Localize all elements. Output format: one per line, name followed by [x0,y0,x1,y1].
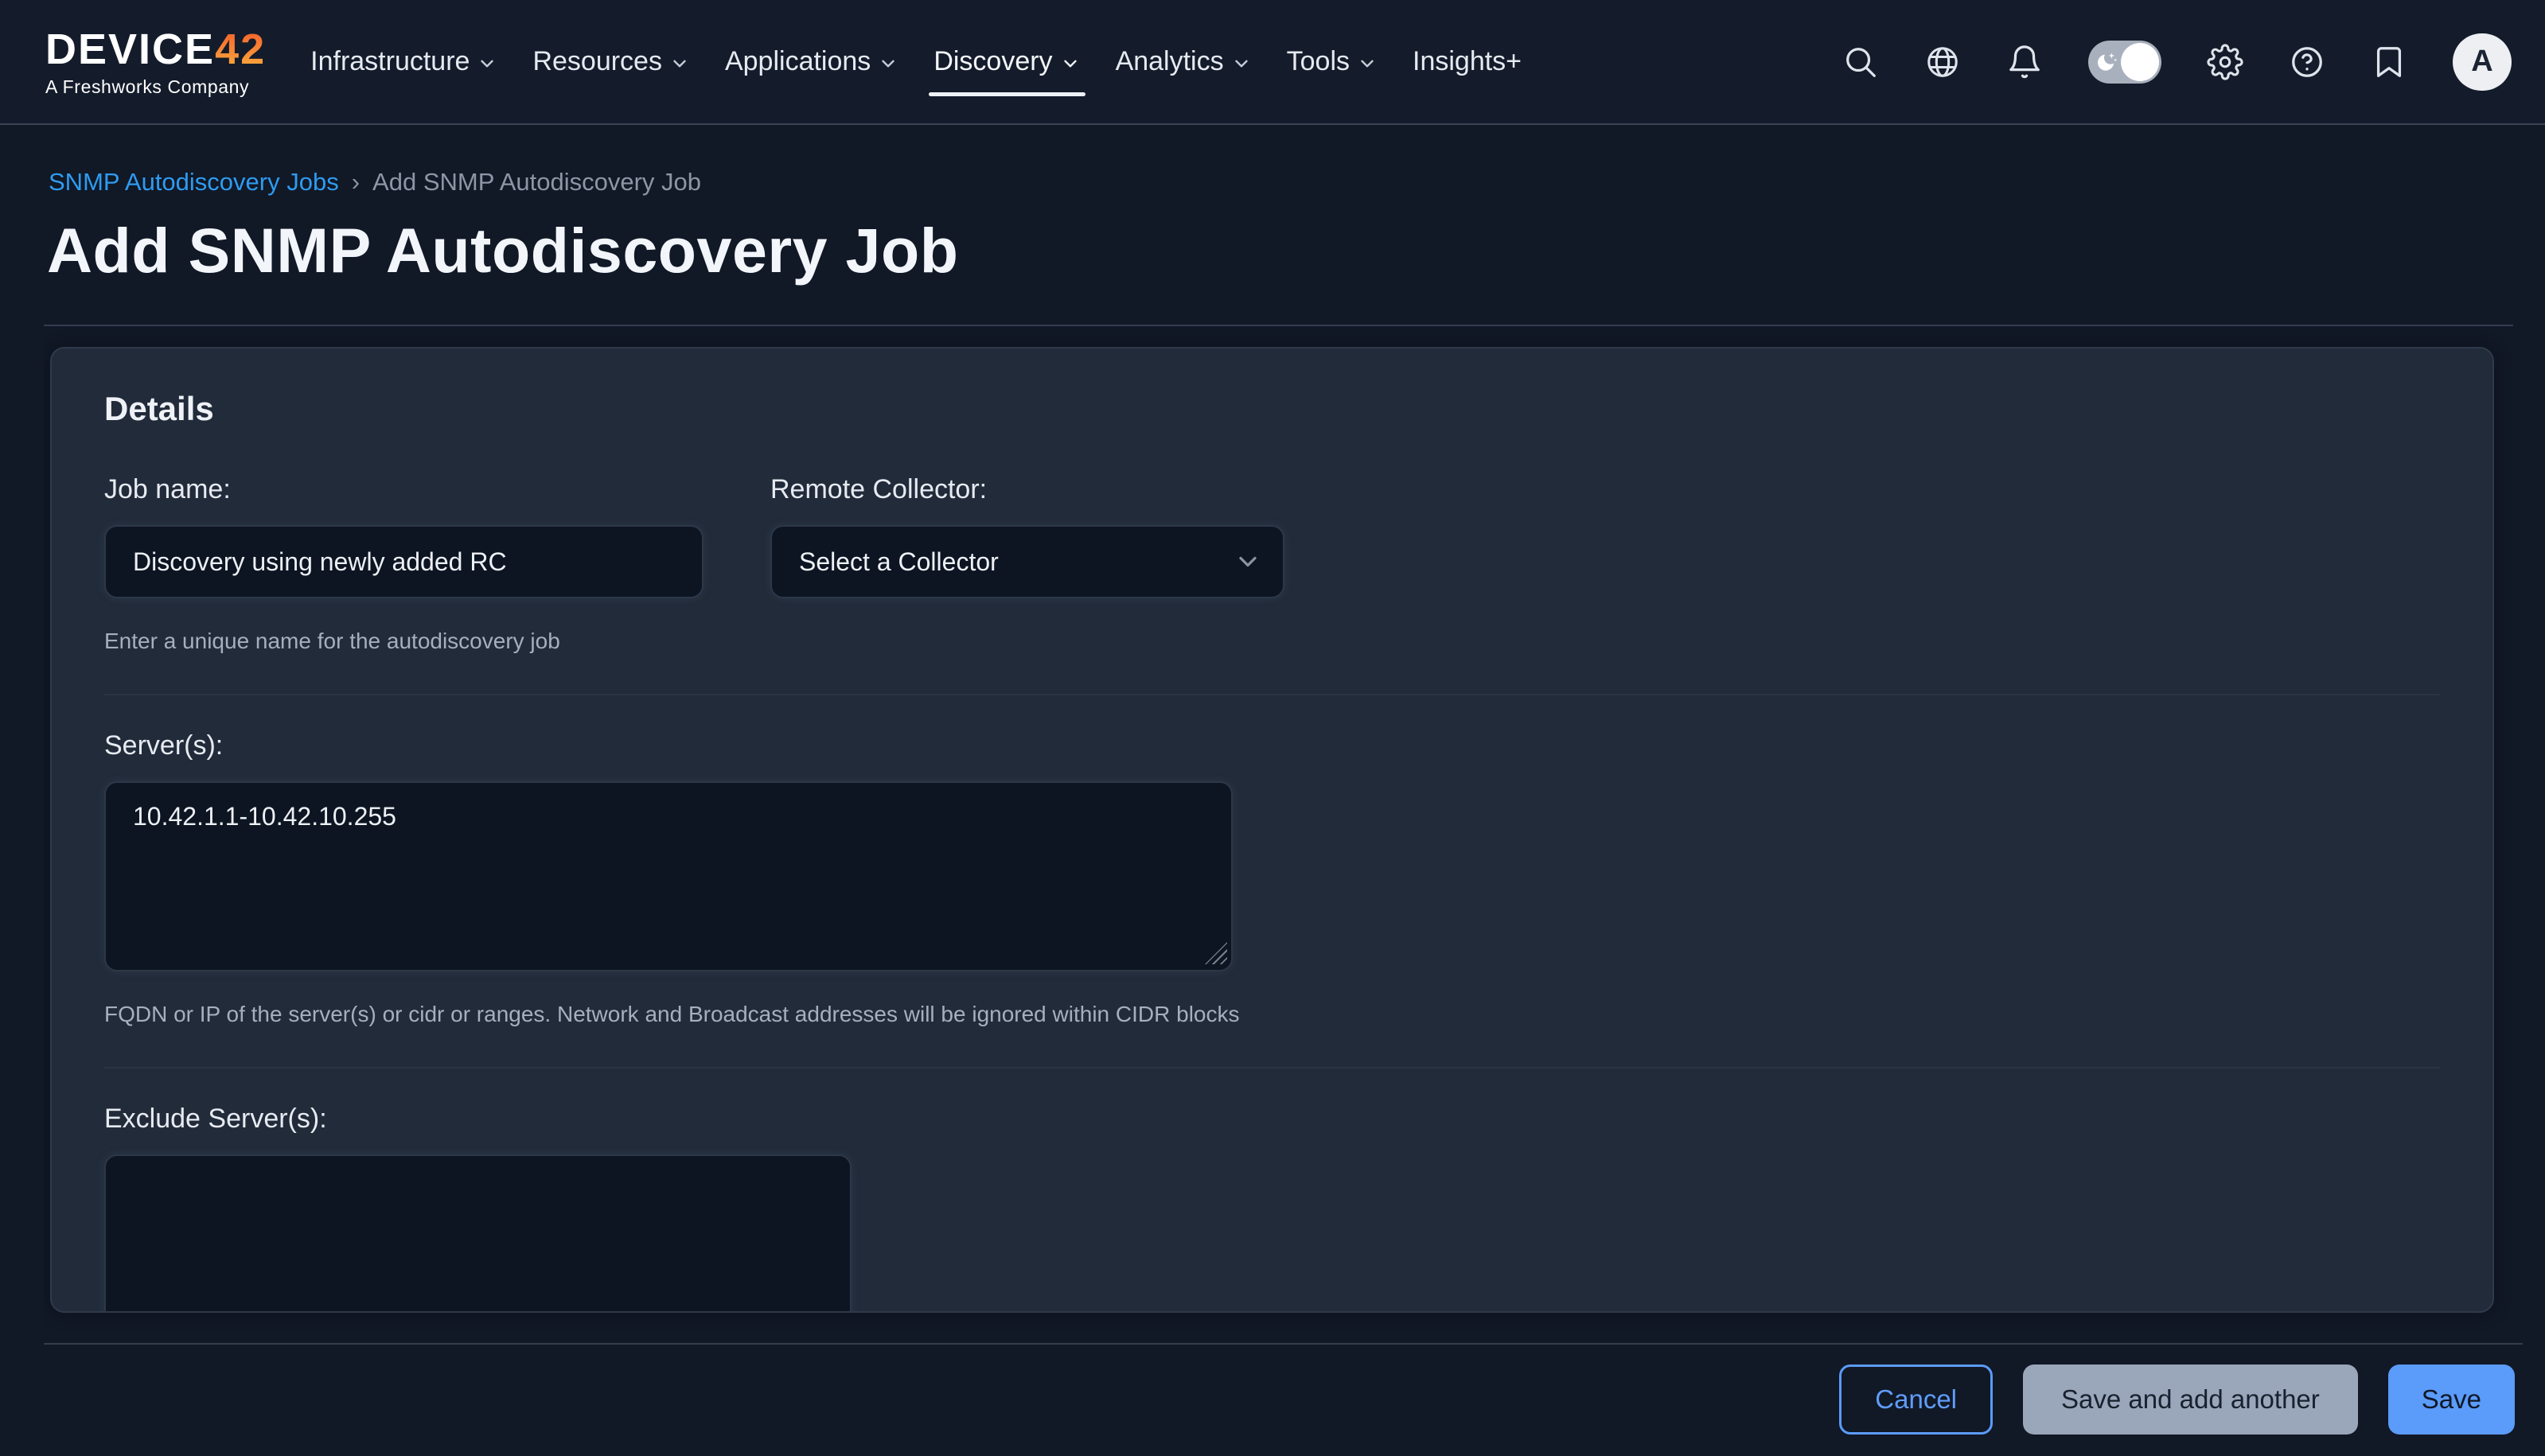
chevron-down-icon [1357,53,1378,74]
breadcrumb: SNMP Autodiscovery Jobs › Add SNMP Autod… [49,168,2545,197]
job-name-label: Job name: [104,474,703,505]
settings-icon[interactable] [2207,44,2243,80]
nav-label: Tools [1287,46,1350,77]
nav-item-infrastructure[interactable]: Infrastructure [293,0,515,123]
user-avatar[interactable]: A [2453,33,2512,91]
job-name-input[interactable] [104,525,703,598]
section-divider [104,694,2440,695]
logo-42-text: 42 [215,25,266,73]
moon-icon [2095,49,2120,75]
theme-toggle[interactable] [2088,41,2161,84]
chevron-down-icon [878,53,898,74]
chevron-down-icon [1231,53,1252,74]
nav-label: Applications [725,46,871,77]
job-name-row: Job name: Enter a unique name for the au… [104,474,2440,654]
avatar-initial: A [2471,45,2492,79]
details-section-title: Details [104,390,2440,428]
servers-helper: FQDN or IP of the server(s) or cidr or r… [104,1002,2440,1027]
help-icon[interactable] [2289,44,2325,80]
nav-item-insights-plus[interactable]: Insights+ [1395,0,1539,123]
exclude-servers-textarea[interactable] [104,1154,852,1313]
top-navigation-bar: DEVICE42 A Freshworks Company Infrastruc… [0,0,2545,125]
chevron-down-icon [1234,547,1262,576]
nav-label: Discovery [933,46,1052,77]
section-divider [104,1067,2440,1069]
globe-icon[interactable] [1924,44,1961,80]
select-value: Select a Collector [799,547,999,577]
nav-label: Infrastructure [310,46,470,77]
toggle-thumb [2121,43,2159,81]
breadcrumb-separator: › [352,168,360,197]
logo-wordmark: DEVICE42 [45,28,266,71]
header-actions: A [1842,33,2512,91]
form-scroll-area: Details Job name: Enter a unique name fo… [44,325,2513,1337]
main-nav: Infrastructure Resources Applications Di… [293,0,1539,123]
save-button[interactable]: Save [2388,1365,2515,1435]
breadcrumb-current: Add SNMP Autodiscovery Job [372,168,701,197]
job-name-field: Job name: Enter a unique name for the au… [104,474,703,654]
cancel-button[interactable]: Cancel [1839,1365,1993,1435]
details-card: Details Job name: Enter a unique name fo… [50,347,2494,1313]
breadcrumb-parent-link[interactable]: SNMP Autodiscovery Jobs [49,168,339,197]
servers-textarea[interactable]: 10.42.1.1-10.42.10.255 [104,781,1233,971]
logo-device-text: DEVICE [45,25,215,73]
nav-label: Insights+ [1413,46,1522,77]
logo-tagline: A Freshworks Company [45,78,266,96]
servers-label: Server(s): [104,730,2440,761]
bookmark-icon[interactable] [2371,44,2407,80]
chevron-down-icon [1060,53,1081,74]
nav-label: Resources [532,46,662,77]
remote-collector-select[interactable]: Select a Collector [770,525,1284,598]
remote-collector-label: Remote Collector: [770,474,1284,505]
search-icon[interactable] [1842,44,1879,80]
page-title: Add SNMP Autodiscovery Job [47,214,2545,287]
exclude-servers-label: Exclude Server(s): [104,1104,2440,1135]
form-action-footer: Cancel Save and add another Save [0,1343,2545,1456]
exclude-servers-field: Exclude Server(s): [104,1104,2440,1313]
nav-item-applications[interactable]: Applications [707,0,916,123]
nav-item-resources[interactable]: Resources [515,0,707,123]
device42-logo[interactable]: DEVICE42 A Freshworks Company [45,28,266,96]
remote-collector-field: Remote Collector: Select a Collector [770,474,1284,654]
chevron-down-icon [477,53,497,74]
nav-item-tools[interactable]: Tools [1269,0,1395,123]
notifications-icon[interactable] [2006,44,2043,80]
nav-item-analytics[interactable]: Analytics [1098,0,1269,123]
servers-field: Server(s): 10.42.1.1-10.42.10.255 FQDN o… [104,730,2440,1027]
save-and-add-another-button[interactable]: Save and add another [2023,1365,2358,1435]
chevron-down-icon [669,53,690,74]
nav-item-discovery[interactable]: Discovery [916,0,1097,123]
job-name-helper: Enter a unique name for the autodiscover… [104,629,703,654]
nav-label: Analytics [1116,46,1224,77]
